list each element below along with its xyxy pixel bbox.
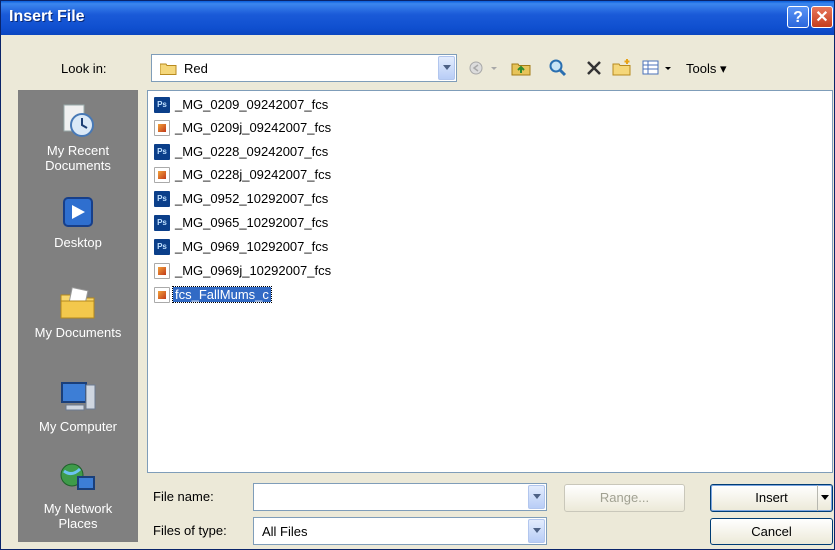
photoshop-file-icon: Ps	[154, 144, 170, 160]
views-dropdown-icon[interactable]	[663, 58, 673, 78]
window-title: Insert File	[9, 8, 85, 25]
image-file-icon	[154, 263, 170, 279]
search-web-icon[interactable]	[548, 58, 568, 78]
list-item[interactable]: Ps _MG_0228_09242007_fcs	[154, 142, 454, 162]
insert-label: Insert	[755, 490, 788, 505]
desktop-icon	[58, 195, 98, 231]
file-name-field[interactable]	[253, 483, 547, 511]
look-in-value: Red	[184, 61, 208, 76]
insert-button[interactable]: Insert	[710, 484, 833, 512]
look-in-dropdown[interactable]: Red	[151, 54, 457, 82]
place-label: Places	[58, 516, 98, 531]
place-desktop[interactable]: Desktop	[19, 195, 137, 250]
place-label: Documents	[45, 158, 111, 173]
new-folder-icon[interactable]	[612, 58, 632, 78]
my-computer-icon	[58, 379, 98, 415]
photoshop-file-icon: Ps	[154, 191, 170, 207]
file-type-dropdown[interactable]: All Files	[253, 517, 547, 545]
place-my-documents[interactable]: My Documents	[19, 285, 137, 340]
help-button[interactable]: ?	[787, 6, 809, 28]
list-item[interactable]: Ps _MG_0952_10292007_fcs	[154, 189, 454, 209]
delete-icon[interactable]	[584, 58, 604, 78]
cancel-button[interactable]: Cancel	[710, 518, 833, 545]
list-item-selected[interactable]: fcs_FallMums_c	[154, 285, 454, 305]
list-item[interactable]: _MG_0228j_09242007_fcs	[154, 165, 454, 185]
network-places-icon	[58, 461, 98, 497]
file-name: _MG_0228_09242007_fcs	[175, 144, 329, 159]
places-bar: My Recent Documents Desktop My Documents…	[18, 90, 138, 542]
image-file-icon	[154, 120, 170, 136]
look-in-dropdown-arrow[interactable]	[438, 56, 455, 80]
folder-icon	[159, 62, 177, 75]
views-icon[interactable]	[641, 58, 661, 78]
file-name: _MG_0965_10292007_fcs	[175, 215, 329, 230]
file-name: fcs_FallMums_c	[172, 286, 272, 303]
list-item[interactable]: Ps _MG_0209_09242007_fcs	[154, 95, 454, 115]
list-item[interactable]: Ps _MG_0969_10292007_fcs	[154, 237, 454, 257]
file-type-value: All Files	[262, 524, 308, 539]
file-name: _MG_0969j_10292007_fcs	[175, 263, 332, 278]
file-name-label: File name:	[153, 489, 214, 504]
look-in-label: Look in:	[61, 61, 107, 76]
image-file-icon	[154, 287, 170, 303]
file-name: _MG_0228j_09242007_fcs	[175, 167, 332, 182]
list-item[interactable]: _MG_0969j_10292007_fcs	[154, 261, 454, 281]
place-my-computer[interactable]: My Computer	[19, 379, 137, 434]
file-type-dropdown-arrow[interactable]	[528, 519, 545, 543]
file-name: _MG_0952_10292007_fcs	[175, 191, 329, 206]
place-label: My Computer	[38, 419, 118, 434]
insert-file-dialog: Insert File ? ✕ Look in: Red Tools ▾ My …	[0, 0, 835, 550]
close-button[interactable]: ✕	[811, 6, 833, 28]
place-label: My Network	[43, 501, 113, 516]
tools-label: Tools	[686, 61, 717, 76]
place-label: My Documents	[34, 325, 122, 340]
place-recent-documents[interactable]: My Recent Documents	[19, 103, 137, 173]
photoshop-file-icon: Ps	[154, 215, 170, 231]
range-button[interactable]: Range...	[564, 484, 685, 512]
list-item[interactable]: Ps _MG_0965_10292007_fcs	[154, 213, 454, 233]
place-network-places[interactable]: My Network Places	[19, 461, 137, 531]
file-name: _MG_0209_09242007_fcs	[175, 97, 329, 112]
back-dropdown-icon[interactable]	[489, 58, 499, 78]
title-bar[interactable]: Insert File ? ✕	[1, 1, 834, 35]
file-type-label: Files of type:	[153, 523, 227, 538]
photoshop-file-icon: Ps	[154, 239, 170, 255]
file-list[interactable]: Ps _MG_0209_09242007_fcs _MG_0209j_09242…	[147, 90, 833, 473]
my-documents-icon	[58, 285, 98, 321]
recent-documents-icon	[58, 103, 98, 139]
photoshop-file-icon: Ps	[154, 97, 170, 113]
list-item[interactable]: _MG_0209j_09242007_fcs	[154, 118, 454, 138]
file-name: _MG_0969_10292007_fcs	[175, 239, 329, 254]
place-label: My Recent	[46, 143, 110, 158]
back-icon[interactable]	[467, 58, 487, 78]
image-file-icon	[154, 167, 170, 183]
tools-menu[interactable]: Tools ▾	[686, 61, 727, 77]
place-label: Desktop	[54, 235, 102, 250]
tools-dropdown-icon: ▾	[719, 61, 727, 76]
insert-dropdown-icon[interactable]	[817, 485, 832, 511]
file-name-dropdown-arrow[interactable]	[528, 485, 545, 509]
up-folder-icon[interactable]	[511, 58, 531, 78]
file-name: _MG_0209j_09242007_fcs	[175, 120, 332, 135]
